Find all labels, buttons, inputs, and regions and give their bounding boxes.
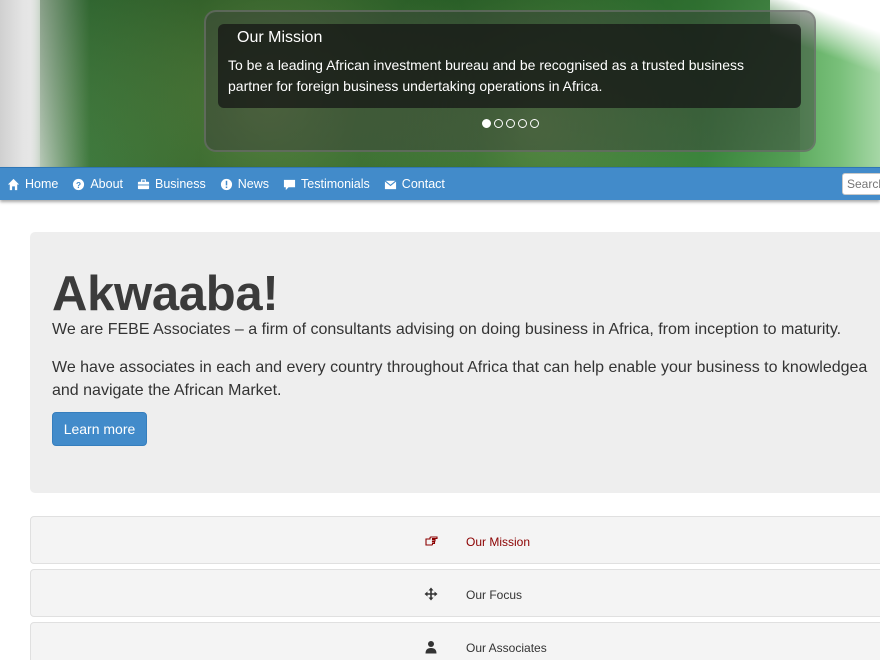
move-arrows-icon: [424, 587, 438, 601]
hero-banner: Our Mission To be a leading African inve…: [0, 0, 880, 167]
nav-item-label: Business: [155, 177, 206, 191]
page-title: Akwaaba!: [52, 267, 279, 321]
welcome-jumbotron: Akwaaba! We are FEBE Associates – a firm…: [30, 232, 880, 493]
nav-item-home[interactable]: Home: [7, 177, 58, 191]
associates-paragraph: We have associates in each and every cou…: [52, 356, 880, 402]
nav-menu: Home ? About Business News Testimonials …: [7, 168, 459, 200]
feature-label: Our Mission: [466, 535, 531, 549]
briefcase-icon: [137, 178, 150, 189]
search-input[interactable]: [842, 173, 880, 195]
slider-dot-4[interactable]: [518, 119, 527, 128]
feature-row-focus[interactable]: Our Focus: [30, 569, 880, 617]
hero-torn-edge: [0, 0, 40, 167]
feature-label: Our Focus: [466, 588, 523, 602]
feature-label: Our Associates: [466, 641, 547, 655]
envelope-icon: [384, 179, 397, 189]
slider-dot-3[interactable]: [506, 119, 515, 128]
feature-row-associates[interactable]: Our Associates: [30, 622, 880, 660]
slide-caption: Our Mission To be a leading African inve…: [218, 24, 801, 108]
comment-icon: [283, 179, 296, 190]
user-icon: [425, 641, 437, 654]
intro-paragraph: We are FEBE Associates – a firm of consu…: [52, 321, 842, 338]
nav-item-label: About: [90, 177, 124, 191]
hand-pointing-icon: [425, 536, 438, 546]
slider-dot-1[interactable]: [482, 119, 491, 128]
caption-text-line: partner for foreign business undertaking…: [228, 78, 603, 94]
nav-item-label: Home: [25, 177, 59, 191]
question-circle-icon: ?: [73, 178, 85, 190]
paragraph-line: and navigate the African Market.: [52, 382, 282, 399]
slider-dots: [482, 119, 539, 128]
paragraph-line: We have associates in each and every cou…: [52, 359, 868, 376]
svg-text:?: ?: [76, 179, 81, 189]
nav-item-business[interactable]: Business: [137, 177, 206, 191]
nav-item-label: Contact: [401, 177, 445, 191]
slider-dot-5[interactable]: [530, 119, 539, 128]
home-icon: [7, 178, 20, 190]
nav-item-news[interactable]: News: [220, 177, 269, 191]
caption-text: To be a leading African investment burea…: [228, 55, 791, 97]
info-circle-icon: [220, 178, 232, 190]
slider-dot-2[interactable]: [494, 119, 503, 128]
nav-item-contact[interactable]: Contact: [384, 177, 445, 191]
learn-more-button[interactable]: Learn more: [52, 412, 147, 446]
navbar: Home ? About Business News Testimonials …: [0, 167, 880, 200]
caption-text-line: To be a leading African investment burea…: [228, 57, 744, 73]
nav-item-testimonials[interactable]: Testimonials: [283, 177, 370, 191]
nav-item-label: News: [237, 177, 270, 191]
caption-title: Our Mission: [237, 29, 323, 46]
nav-item-about[interactable]: ? About: [72, 177, 123, 191]
nav-item-label: Testimonials: [301, 177, 370, 191]
feature-row-mission[interactable]: Our Mission: [30, 516, 880, 564]
